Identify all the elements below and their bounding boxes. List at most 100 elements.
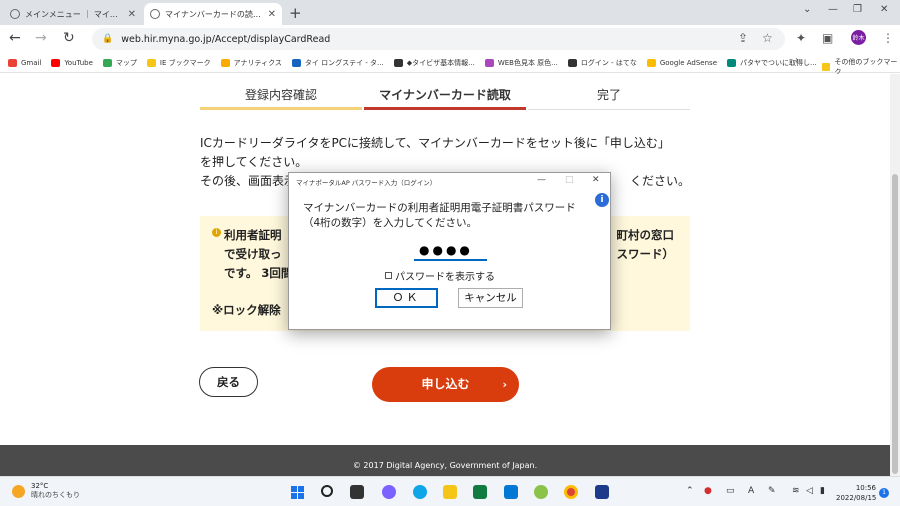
- bookmark-item[interactable]: ◆タイビザ基本情報...: [393, 58, 475, 68]
- address-bar[interactable]: 🔒 web.hir.myna.go.jp/Accept/displayCardR…: [92, 28, 785, 50]
- color-sample-icon: [484, 58, 494, 67]
- windows-taskbar: 32°C 晴れのちくもり ⌃ ● ▭ A ✎ ≋ ◁ ▮ 10:56 2022/…: [0, 476, 900, 506]
- analytics-icon: [220, 58, 230, 67]
- dialog-message: マイナンバーカードの利用者証明用電子証明書パスワード （4桁の数字）を入力してく…: [303, 202, 576, 229]
- volume-icon[interactable]: ◁: [806, 486, 813, 496]
- maps-icon: [102, 58, 112, 67]
- search-icon[interactable]: [321, 485, 333, 497]
- app-icon[interactable]: [534, 485, 548, 499]
- document-icon: [567, 58, 577, 67]
- show-password-checkbox[interactable]: パスワードを表示する: [385, 268, 495, 283]
- thai-flag-icon: [291, 58, 301, 67]
- bookmark-item[interactable]: Gmail: [8, 58, 41, 67]
- step-complete: 完了: [528, 86, 690, 110]
- tab-main-menu[interactable]: メインメニュー ｜ マイナポータル ✕: [4, 3, 142, 25]
- tab-title: メインメニュー ｜ マイナポータル: [25, 9, 124, 19]
- scrollbar-thumb[interactable]: [892, 174, 898, 474]
- restore-icon[interactable]: ❐: [853, 4, 862, 15]
- tab-title: マイナンバーカードの読み取り ｜ マイ: [165, 9, 264, 19]
- info-icon: i: [212, 228, 221, 237]
- tab-close-icon[interactable]: ✕: [268, 9, 276, 20]
- extensions-icon[interactable]: ✦: [796, 31, 806, 45]
- tab-close-icon[interactable]: ✕: [128, 9, 136, 20]
- folder-icon: [146, 58, 156, 67]
- chevron-up-icon[interactable]: ⌃: [686, 486, 694, 496]
- checkbox-icon[interactable]: [385, 272, 392, 279]
- bookmark-item[interactable]: アナリティクス: [220, 58, 282, 68]
- bookmark-item[interactable]: Google AdSense: [646, 58, 717, 67]
- page-footer: © 2017 Digital Agency, Government of Jap…: [0, 445, 890, 476]
- menu-kebab-icon[interactable]: ⋮: [882, 31, 894, 45]
- forward-arrow-icon[interactable]: →: [35, 30, 47, 46]
- gmail-icon: [8, 58, 17, 67]
- page-scrollbar[interactable]: [890, 74, 900, 476]
- info-icon: i: [595, 193, 609, 207]
- lock-icon: 🔒: [102, 34, 114, 44]
- site-favicon-icon: [727, 58, 737, 67]
- site-favicon-icon: [393, 58, 403, 67]
- bookmark-item[interactable]: マップ: [102, 58, 137, 68]
- back-arrow-icon[interactable]: ←: [9, 30, 21, 46]
- step-confirm: 登録内容確認: [200, 86, 362, 110]
- folder-icon: [822, 63, 831, 71]
- chrome-icon[interactable]: [564, 485, 578, 499]
- pen-icon[interactable]: ✎: [768, 486, 776, 496]
- ime-indicator[interactable]: A: [748, 486, 754, 496]
- side-panel-icon[interactable]: ▣: [822, 31, 833, 45]
- bookmark-item[interactable]: ログイン - はてな: [567, 58, 637, 68]
- reload-icon[interactable]: ↻: [63, 30, 75, 46]
- bookmark-item[interactable]: パタヤでついに取得し...: [727, 58, 817, 68]
- outlook-icon[interactable]: [504, 485, 518, 499]
- dialog-title: マイナポータルAP パスワード入力（ログイン）: [296, 179, 437, 187]
- window-close-icon[interactable]: ✕: [880, 4, 888, 15]
- myna-favicon-icon: [10, 9, 20, 19]
- new-tab-button[interactable]: +: [289, 4, 302, 22]
- file-explorer-icon[interactable]: [443, 485, 457, 499]
- lock-notice-text: ※ロック解除: [212, 303, 281, 317]
- myna-portal-app-icon[interactable]: [595, 485, 609, 499]
- clock[interactable]: 10:56 2022/08/15: [836, 483, 876, 503]
- dialog-maximize-icon: □: [565, 175, 574, 185]
- apply-button[interactable]: 申し込む ›: [372, 367, 519, 402]
- wifi-icon[interactable]: ≋: [792, 486, 800, 496]
- bookmark-item[interactable]: YouTube: [51, 58, 93, 67]
- adsense-icon: [646, 58, 656, 67]
- browser-toolbar: ← → ↻ 🔒 web.hir.myna.go.jp/Accept/displa…: [0, 25, 900, 53]
- chevron-right-icon: ›: [502, 378, 507, 391]
- task-view-icon[interactable]: [350, 485, 364, 499]
- notification-badge[interactable]: 1: [879, 488, 889, 498]
- windows-start-icon[interactable]: [291, 486, 304, 499]
- chat-icon[interactable]: [382, 485, 396, 499]
- browser-tab-bar: メインメニュー ｜ マイナポータル ✕ マイナンバーカードの読み取り ｜ マイ …: [0, 0, 900, 25]
- password-input[interactable]: [414, 241, 487, 261]
- tab-card-read[interactable]: マイナンバーカードの読み取り ｜ マイ ✕: [144, 3, 282, 25]
- cancel-button[interactable]: キャンセル: [458, 288, 523, 308]
- security-icon[interactable]: ●: [704, 486, 712, 496]
- profile-avatar[interactable]: 鈴木: [851, 30, 866, 45]
- youtube-icon: [51, 58, 61, 67]
- chevron-right-icon[interactable]: ›: [795, 55, 799, 66]
- edge-icon[interactable]: [413, 485, 427, 499]
- share-icon[interactable]: ⇪: [738, 31, 748, 45]
- excel-icon[interactable]: [473, 485, 487, 499]
- url-text: web.hir.myna.go.jp/Accept/displayCardRea…: [121, 33, 331, 45]
- keyboard-icon[interactable]: ▭: [726, 486, 735, 496]
- weather-widget[interactable]: 32°C 晴れのちくもり: [12, 482, 80, 500]
- dialog-minimize-icon[interactable]: —: [537, 175, 546, 185]
- tab-search-icon[interactable]: ⌄: [803, 4, 811, 15]
- dialog-close-icon[interactable]: ✕: [592, 175, 600, 185]
- bookmark-star-icon[interactable]: ☆: [762, 31, 773, 45]
- bookmark-item[interactable]: IE ブックマーク: [146, 58, 211, 68]
- minimize-icon[interactable]: —: [828, 4, 838, 15]
- battery-icon[interactable]: ▮: [820, 486, 825, 496]
- step-card-read: マイナンバーカード読取: [364, 86, 526, 110]
- weather-sun-icon: [12, 484, 25, 498]
- bookmark-item[interactable]: タイ ロングステイ - タ...: [291, 58, 384, 68]
- copyright-text: © 2017 Digital Agency, Government of Jap…: [352, 461, 538, 470]
- bookmarks-bar: Gmail YouTube マップ IE ブックマーク アナリティクス タイ ロ…: [0, 53, 900, 76]
- bookmark-item[interactable]: WEB色見本 原色...: [484, 58, 558, 68]
- back-button[interactable]: 戻る: [199, 367, 258, 397]
- password-dialog: マイナポータルAP パスワード入力（ログイン） — □ ✕ i マイナンバーカー…: [288, 172, 611, 330]
- myna-favicon-icon: [150, 9, 160, 19]
- ok-button[interactable]: ＯＫ: [375, 288, 438, 308]
